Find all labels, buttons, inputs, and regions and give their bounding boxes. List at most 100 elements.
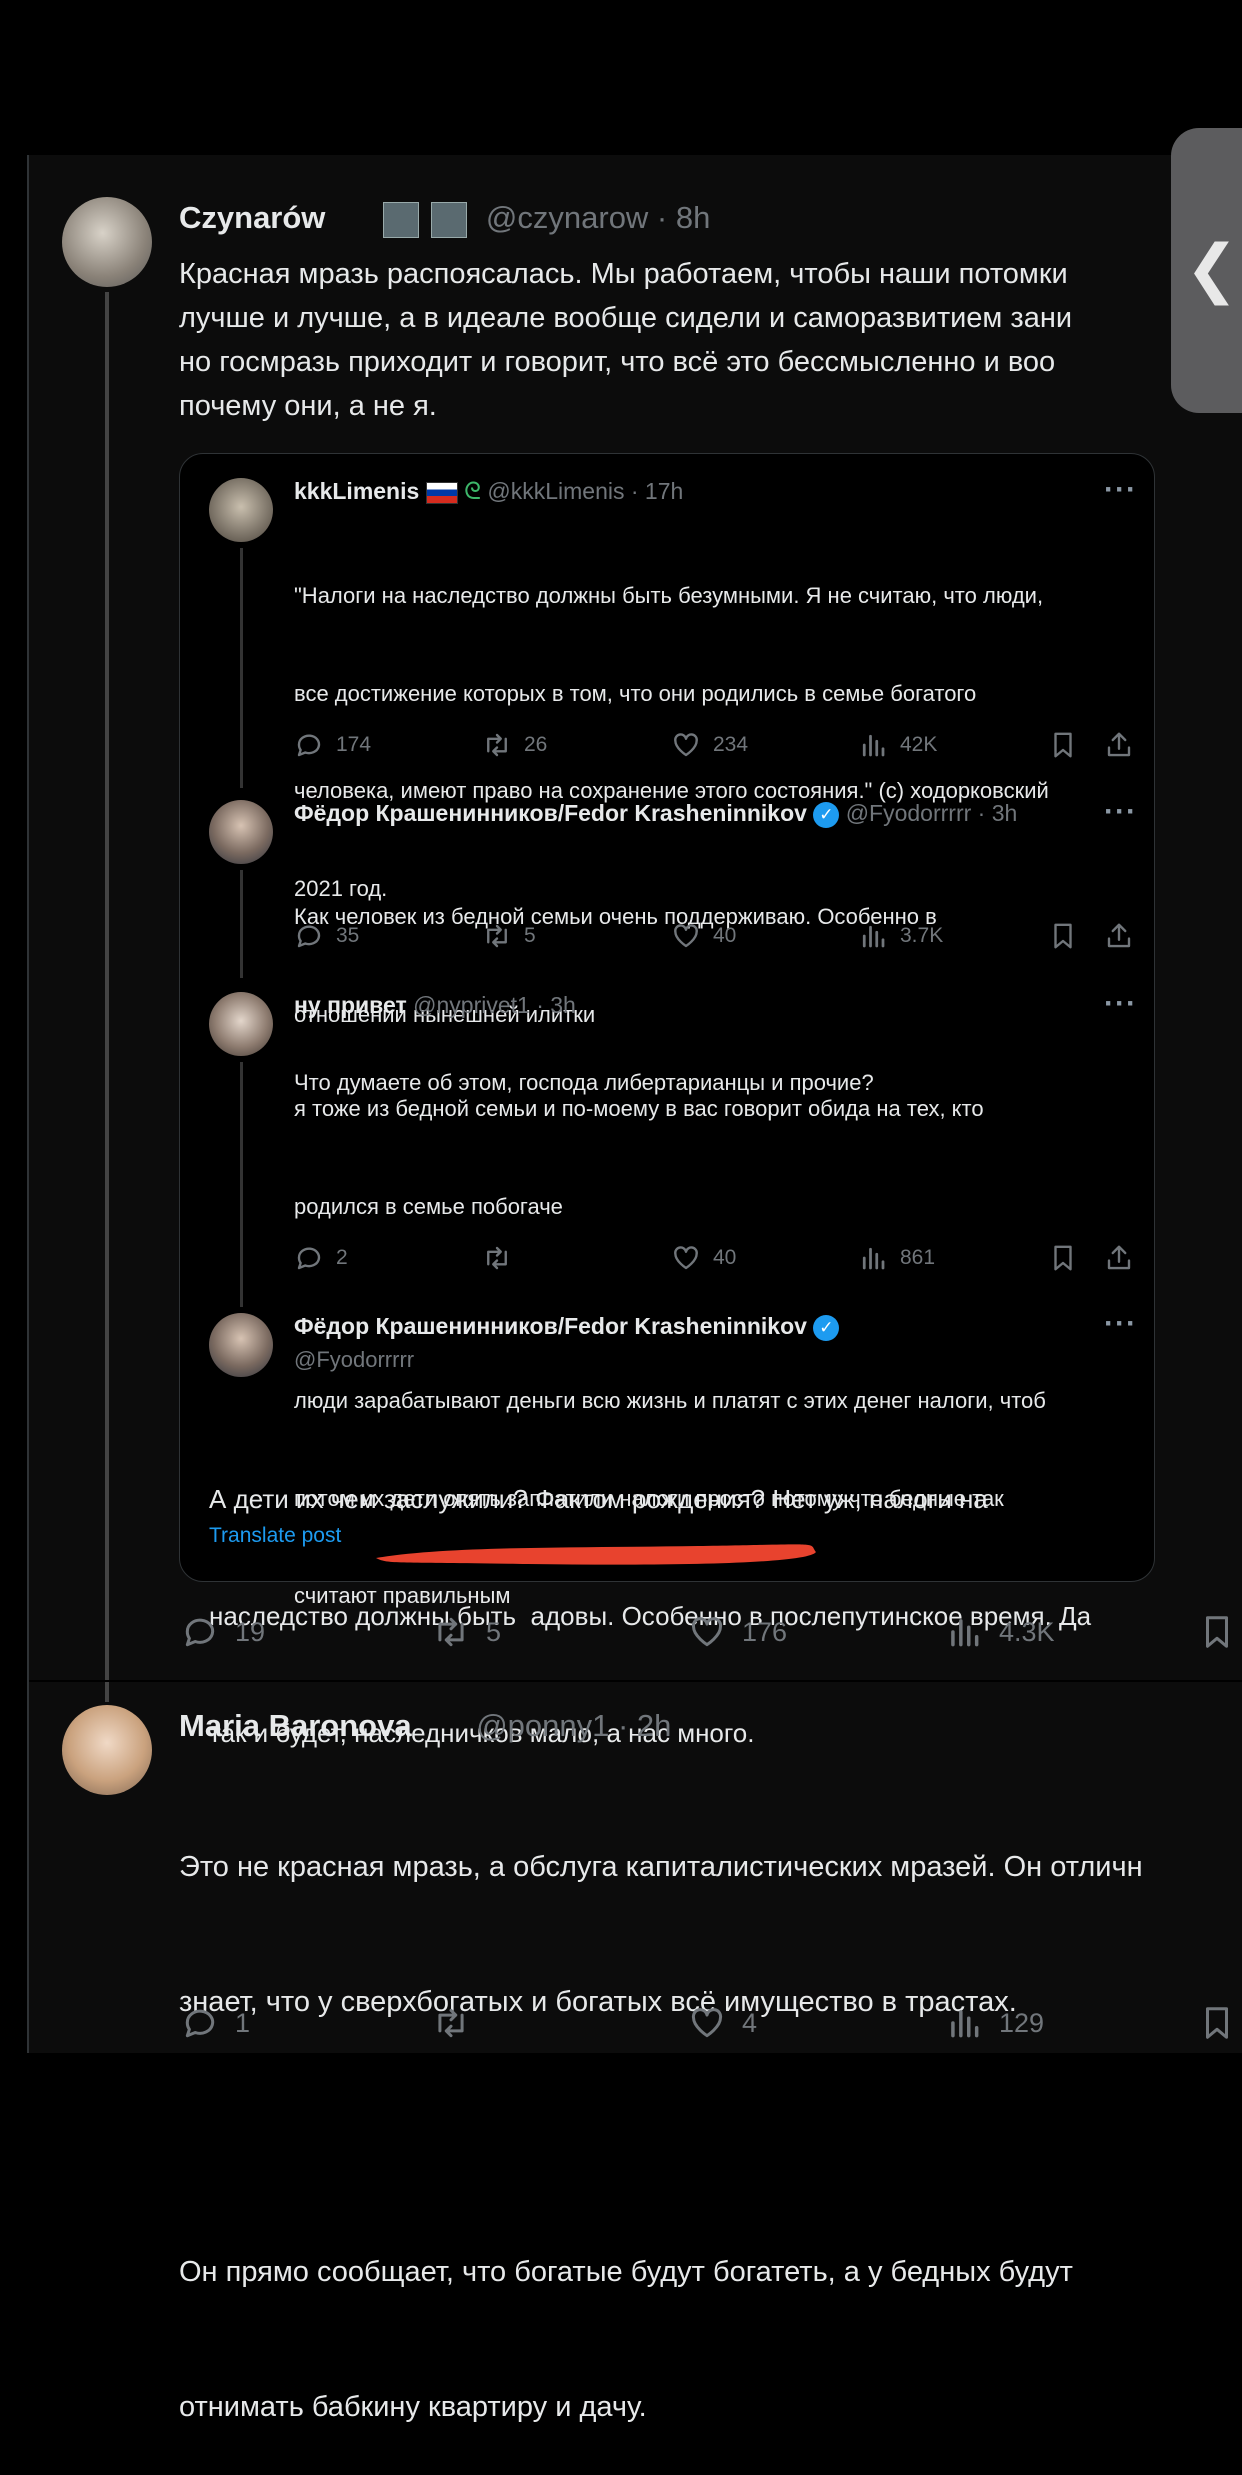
reply-button[interactable]: 19 xyxy=(181,1613,265,1651)
author-name[interactable]: Czynarów xyxy=(179,200,325,235)
quote-author-name[interactable]: Фёдор Крашенинников/Fedor Krasheninnikov xyxy=(294,1313,807,1339)
quote-handle-time[interactable]: @nyprivet1 · 3h xyxy=(413,992,576,1018)
avatar-czynarow[interactable] xyxy=(62,197,152,287)
like-button[interactable]: 176 xyxy=(688,1613,787,1651)
author-handle-time[interactable]: @ponny1 · 2h xyxy=(476,1708,671,1743)
thread-line xyxy=(105,292,109,1702)
repost-button[interactable] xyxy=(482,1243,524,1273)
like-icon xyxy=(671,921,701,951)
quote-author-name[interactable]: ну привет xyxy=(294,992,407,1018)
repost-button[interactable]: 26 xyxy=(482,730,547,760)
like-button[interactable]: 234 xyxy=(671,730,748,760)
quote-thread-line xyxy=(240,1062,243,1307)
verified-icon: ✓ xyxy=(813,1314,840,1341)
quote-thread-line xyxy=(240,870,243,978)
views-button[interactable]: 42K xyxy=(858,730,937,760)
text-line: "Налоги на наследство должны быть безумн… xyxy=(294,583,1044,608)
like-button[interactable]: 40 xyxy=(671,921,736,951)
text-line xyxy=(179,2115,1242,2160)
share-button[interactable] xyxy=(1104,730,1134,760)
quote-author-row: Фёдор Крашенинников/Fedor Krasheninnikov… xyxy=(294,800,1017,828)
reply-icon xyxy=(294,1243,324,1273)
more-options-icon[interactable]: ··· xyxy=(1104,473,1137,507)
verified-icon: ✓ xyxy=(813,801,840,828)
views-icon xyxy=(945,2004,983,2042)
avatar-kkklimenis[interactable] xyxy=(209,478,273,542)
repost-icon xyxy=(432,2004,470,2042)
like-button[interactable]: 4 xyxy=(688,2004,757,2042)
repost-icon xyxy=(482,921,512,951)
bookmark-button[interactable] xyxy=(1048,921,1078,951)
views-icon xyxy=(858,1243,888,1273)
share-icon xyxy=(1104,730,1134,760)
views-button[interactable]: 3.7K xyxy=(858,921,943,951)
author-name[interactable]: Maria Baronova xyxy=(179,1708,412,1743)
reply-icon xyxy=(181,1613,219,1651)
views-button[interactable]: 129 xyxy=(945,2004,1044,2042)
quote-handle[interactable]: @Fyodorrrrr xyxy=(294,1347,414,1373)
bookmark-button[interactable] xyxy=(1048,730,1078,760)
reply-icon xyxy=(294,730,324,760)
more-options-icon[interactable]: ··· xyxy=(1104,1307,1137,1341)
repost-icon xyxy=(482,1243,512,1273)
views-button[interactable]: 4.3K xyxy=(945,1613,1055,1651)
back-chevron-icon: ❮ xyxy=(1185,232,1239,304)
quote-author-row: kkkLimenis ᘓ @kkkLimenis · 17h xyxy=(294,478,683,506)
like-icon xyxy=(671,1243,701,1273)
translate-link[interactable]: Translate post xyxy=(209,1524,341,1548)
repost-button[interactable] xyxy=(432,2004,486,2042)
avatar-nyprivet[interactable] xyxy=(209,992,273,1056)
text-line: Красная мразь распоясалась. Мы работаем,… xyxy=(179,258,1068,290)
reply-button[interactable]: 2 xyxy=(294,1243,348,1273)
text-line: но госмразь приходит и говорит, что всё … xyxy=(179,346,1056,378)
quote-thread-line xyxy=(240,548,243,788)
like-button[interactable]: 40 xyxy=(671,1243,736,1273)
text-line: родился в семье побогаче xyxy=(294,1193,563,1219)
author-handle-time[interactable]: @czynarow · 8h xyxy=(486,200,710,235)
views-icon xyxy=(858,921,888,951)
quote-author-name[interactable]: Фёдор Крашенинников/Fedor Krasheninnikov xyxy=(294,800,807,826)
share-button[interactable] xyxy=(1104,921,1134,951)
repost-icon xyxy=(482,730,512,760)
share-icon xyxy=(1104,921,1134,951)
text-line: все достижение которых в том, что они ро… xyxy=(294,680,977,706)
quote-author-name[interactable]: kkkLimenis xyxy=(294,478,419,504)
bookmark-icon xyxy=(1048,921,1078,951)
bookmark-button[interactable] xyxy=(1048,1243,1078,1273)
quote-handle-time[interactable]: @Fyodorrrrr · 3h xyxy=(846,800,1018,826)
bookmark-icon xyxy=(1198,1613,1236,1651)
bookmark-button[interactable] xyxy=(1198,1613,1236,1651)
red-underline-mark xyxy=(376,1544,816,1565)
text-line: я тоже из бедной семьи и по-моему в вас … xyxy=(294,1096,984,1121)
divider xyxy=(29,1680,1242,1682)
like-icon xyxy=(688,2004,726,2042)
emoji-icon: ᘓ xyxy=(464,478,481,505)
more-options-icon[interactable]: ··· xyxy=(1104,987,1137,1021)
share-button[interactable] xyxy=(1104,1243,1134,1273)
quote-author-row: ну привет @nyprivet1 · 3h xyxy=(294,992,576,1019)
avatar-maria-baronova[interactable] xyxy=(62,1705,152,1795)
views-icon xyxy=(858,730,888,760)
more-options-icon[interactable]: ··· xyxy=(1104,795,1137,829)
quote-handle-time[interactable]: @kkkLimenis · 17h xyxy=(487,478,683,504)
avatar-krasheninnikov[interactable] xyxy=(209,1313,273,1377)
tweet-text: Красная мразь распоясалась. Мы работаем,… xyxy=(179,252,1242,428)
text-line: А дети их чем заслужили? Фактом рождения… xyxy=(209,1484,988,1514)
reply-button[interactable]: 1 xyxy=(181,2004,250,2042)
like-icon xyxy=(688,1613,726,1651)
broken-badge-icon xyxy=(431,201,468,238)
bookmark-button[interactable] xyxy=(1198,2004,1236,2042)
broken-badge-icon xyxy=(382,201,419,238)
views-button[interactable]: 861 xyxy=(858,1243,935,1273)
reply-button[interactable]: 174 xyxy=(294,730,371,760)
quote-author-row: Фёдор Крашенинников/Fedor Krasheninnikov… xyxy=(294,1313,840,1341)
reply-button[interactable]: 35 xyxy=(294,921,359,951)
back-button[interactable]: ❮ xyxy=(1171,128,1242,413)
repost-button[interactable]: 5 xyxy=(482,921,536,951)
avatar-krasheninnikov[interactable] xyxy=(209,800,273,864)
author-row: Czynarów @czynarow · 8h xyxy=(179,200,710,240)
bookmark-icon xyxy=(1198,2004,1236,2042)
repost-icon xyxy=(432,1613,470,1651)
views-icon xyxy=(945,1613,983,1651)
repost-button[interactable]: 5 xyxy=(432,1613,501,1651)
